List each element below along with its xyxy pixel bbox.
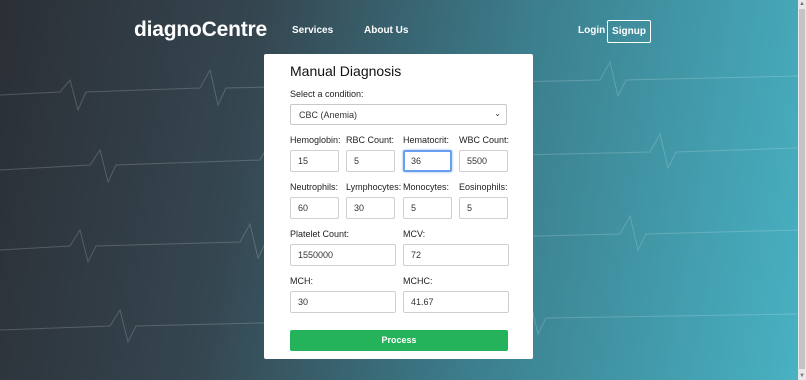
page-scrollbar[interactable]: ▲ ▼ [798, 0, 806, 380]
form-title: Manual Diagnosis [290, 63, 402, 79]
platelet-label: Platelet Count: [290, 229, 350, 239]
monocytes-input[interactable]: 5 [403, 197, 452, 219]
lymphocytes-label: Lymphocytes: [346, 182, 402, 192]
scroll-down-arrow-icon[interactable]: ▼ [799, 373, 805, 379]
hemoglobin-label: Hemoglobin: [290, 135, 341, 145]
eosinophils-input[interactable]: 5 [459, 197, 508, 219]
mcv-label: MCV: [403, 229, 426, 239]
nav-login-link[interactable]: Login [578, 25, 605, 36]
eosinophils-label: Eosinophils: [459, 182, 508, 192]
neutrophils-label: Neutrophils: [290, 182, 339, 192]
mch-input[interactable]: 30 [290, 291, 396, 313]
platelet-input[interactable]: 1550000 [290, 244, 396, 266]
hematocrit-label: Hematocrit: [403, 135, 450, 145]
process-button[interactable]: Process [290, 330, 508, 351]
scroll-up-arrow-icon[interactable]: ▲ [799, 1, 805, 7]
wbc-input[interactable]: 5500 [459, 150, 508, 172]
mcv-input[interactable]: 72 [403, 244, 509, 266]
nav-about-link[interactable]: About Us [364, 25, 408, 36]
neutrophils-input[interactable]: 60 [290, 197, 339, 219]
rbc-label: RBC Count: [346, 135, 395, 145]
wbc-label: WBC Count: [459, 135, 510, 145]
hematocrit-input[interactable]: 36 [403, 150, 452, 172]
rbc-input[interactable]: 5 [346, 150, 395, 172]
hemoglobin-input[interactable]: 15 [290, 150, 339, 172]
condition-select[interactable]: CBC (Anemia) ⌄ [290, 104, 507, 125]
signup-button[interactable]: Signup [607, 20, 651, 43]
condition-label: Select a condition: [290, 89, 364, 99]
mchc-input[interactable]: 41.67 [403, 291, 509, 313]
monocytes-label: Monocytes: [403, 182, 450, 192]
chevron-down-icon: ⌄ [494, 109, 501, 118]
brand-logo[interactable]: diagnoCentre [134, 18, 267, 42]
manual-diagnosis-card: Manual Diagnosis Select a condition: CBC… [264, 54, 533, 359]
mch-label: MCH: [290, 276, 313, 286]
nav-services-link[interactable]: Services [292, 25, 333, 36]
lymphocytes-input[interactable]: 30 [346, 197, 395, 219]
scroll-thumb[interactable] [799, 9, 805, 369]
condition-selected-value: CBC (Anemia) [299, 110, 358, 120]
mchc-label: MCHC: [403, 276, 433, 286]
